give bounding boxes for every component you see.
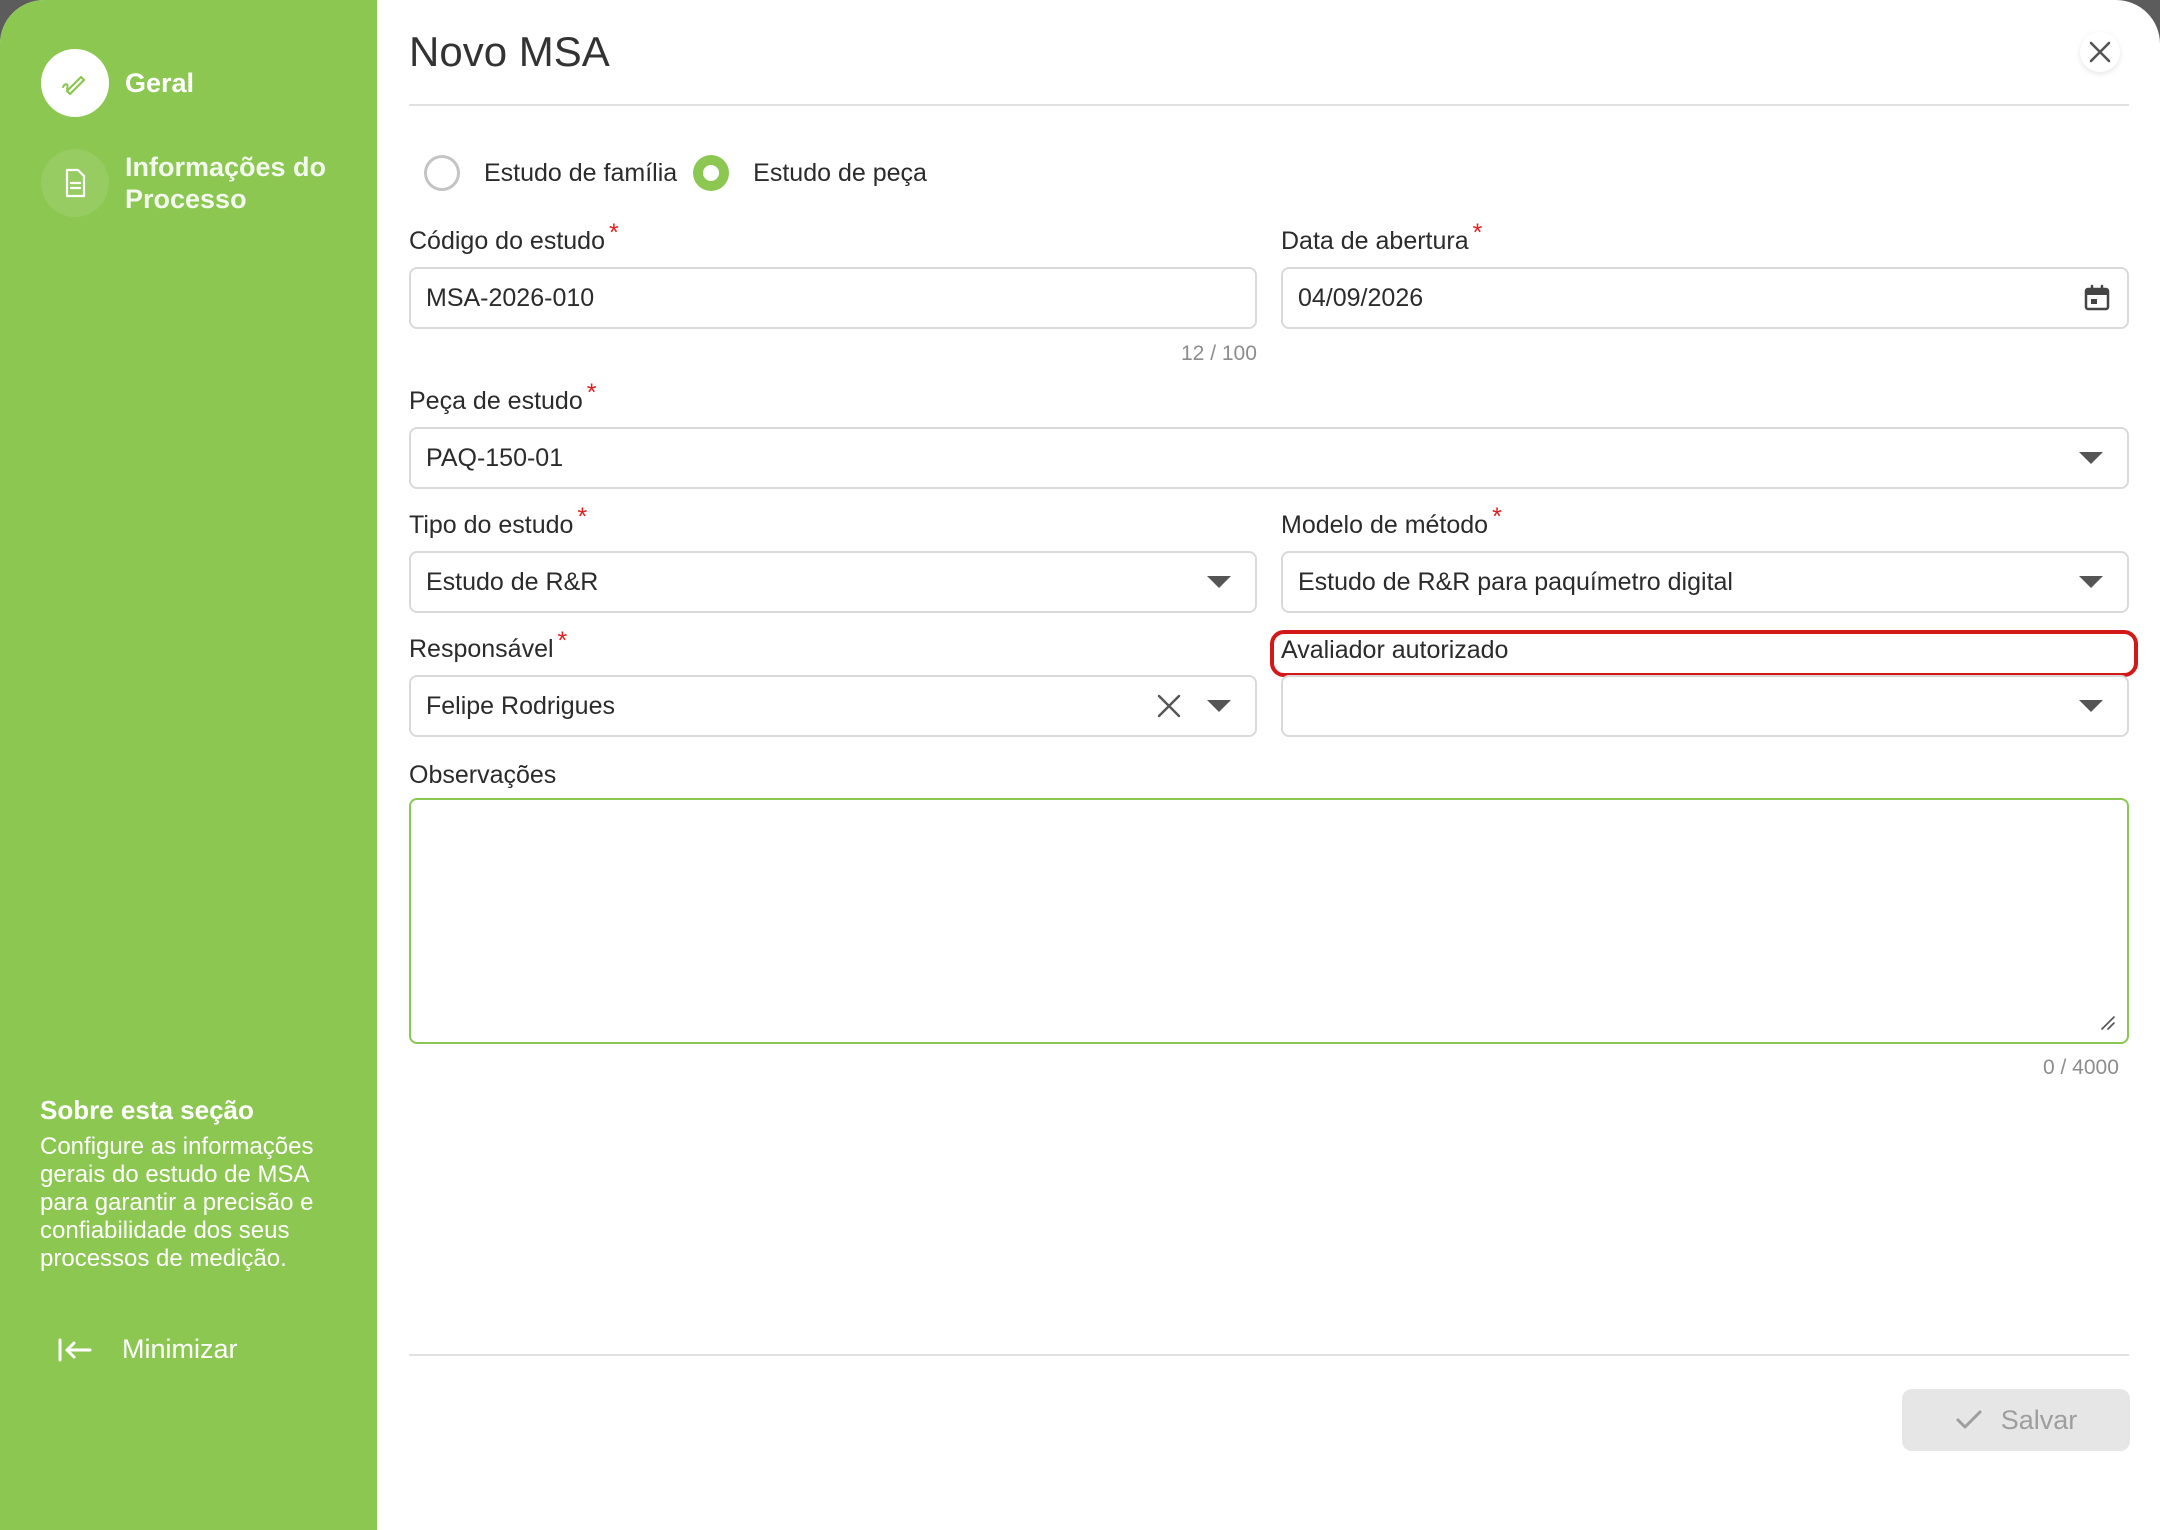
about-section-title: Sobre esta seção	[40, 1095, 254, 1125]
minimize-button[interactable]: Minimizar	[58, 1334, 238, 1365]
calendar-icon[interactable]	[2083, 284, 2111, 312]
opening-date-label: Data de abertura *	[1281, 219, 1483, 255]
collapse-left-icon	[58, 1338, 92, 1361]
chevron-down-icon[interactable]	[1207, 700, 1231, 712]
page-title: Novo MSA	[409, 28, 610, 75]
footer-divider	[409, 1354, 2129, 1356]
part-select[interactable]: PAQ-150-01	[409, 427, 2129, 489]
resize-handle-icon[interactable]	[2099, 1014, 2115, 1030]
method-model-select[interactable]: Estudo de R&R para paquímetro digital	[1281, 551, 2129, 613]
study-code-counter: 12 / 100	[1181, 342, 1257, 365]
about-section-text: Configure as informações gerais do estud…	[40, 1133, 314, 1272]
evaluator-label: Avaliador autorizado	[1281, 636, 1509, 664]
sidebar-step-informacoes-do-processo[interactable]: Informações do Processo	[41, 149, 355, 217]
pencil-icon	[41, 49, 109, 117]
study-type-select[interactable]: Estudo de R&R	[409, 551, 1257, 613]
part-label: Peça de estudo *	[409, 379, 597, 415]
study-kind-radio-group: Estudo de família Estudo de peça	[424, 155, 927, 191]
opening-date-input[interactable]: 04/09/2026	[1281, 267, 2129, 329]
radio-estudo-de-peca[interactable]	[693, 155, 730, 191]
responsible-label: Responsável *	[409, 627, 568, 663]
close-icon	[2089, 41, 2111, 63]
notes-label: Observações	[409, 761, 557, 789]
radio-label-estudo-de-familia: Estudo de família	[484, 158, 678, 187]
study-type-label: Tipo do estudo *	[409, 503, 588, 539]
radio-label-estudo-de-peca: Estudo de peça	[753, 158, 927, 187]
sidebar-step-label: Informações do Processo	[125, 152, 327, 214]
new-msa-dialog: Geral Informações do Processo Sobre esta…	[0, 0, 2160, 1530]
sidebar-step-label: Geral	[125, 68, 195, 98]
chevron-down-icon[interactable]	[2079, 576, 2103, 588]
clear-icon[interactable]	[1157, 694, 1181, 718]
method-model-label: Modelo de método *	[1281, 503, 1502, 539]
minimize-label: Minimizar	[122, 1334, 238, 1364]
save-label: Salvar	[2000, 1404, 2078, 1435]
save-button[interactable]: Salvar	[1902, 1389, 2130, 1451]
radio-estudo-de-familia[interactable]	[424, 155, 460, 191]
sidebar-step-geral[interactable]: Geral	[41, 49, 194, 117]
chevron-down-icon[interactable]	[2079, 452, 2103, 464]
chevron-down-icon[interactable]	[2079, 700, 2103, 712]
check-icon	[1956, 1410, 1982, 1429]
code-label: Código do estudo *	[409, 219, 619, 255]
evaluator-select[interactable]	[1281, 675, 2129, 737]
responsible-select[interactable]: Felipe Rodrigues	[409, 675, 1257, 737]
close-button[interactable]	[2080, 32, 2120, 72]
header-divider	[409, 104, 2129, 106]
notes-textarea[interactable]	[409, 798, 2129, 1044]
notes-counter: 0 / 4000	[2043, 1056, 2119, 1079]
study-code-input[interactable]: MSA-2026-010	[409, 267, 1257, 329]
document-icon	[41, 149, 109, 217]
sidebar: Geral Informações do Processo Sobre esta…	[0, 0, 377, 1530]
chevron-down-icon[interactable]	[1207, 576, 1231, 588]
